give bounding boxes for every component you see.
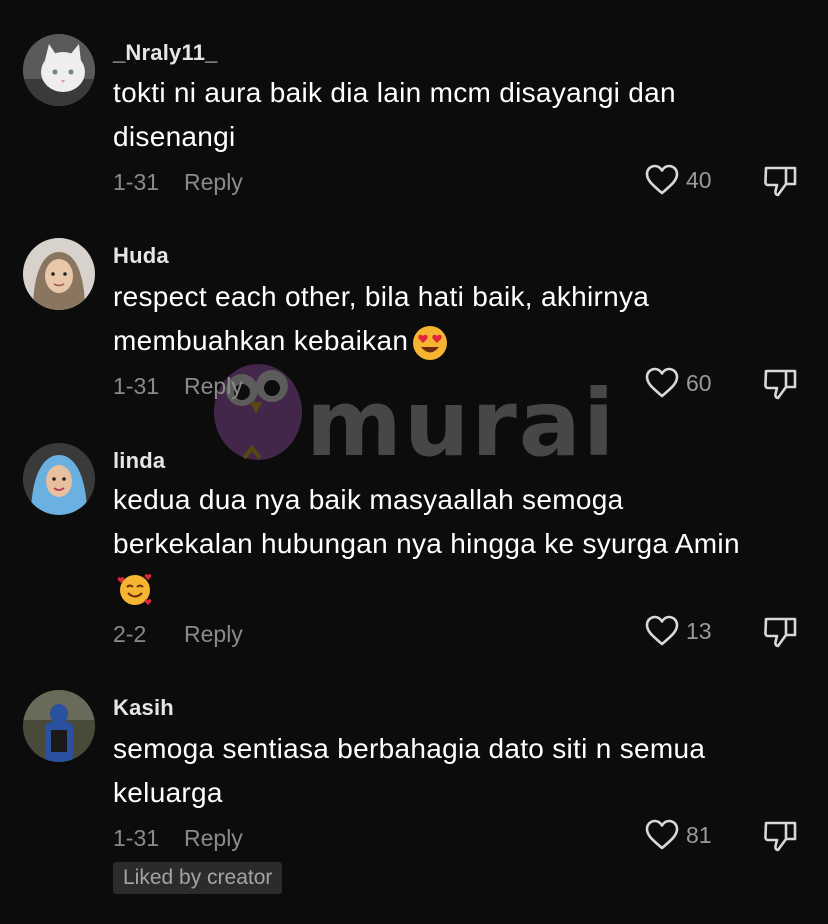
comment-text: semoga sentiasa berbahagia dato siti n s… [113,733,706,808]
comment-username[interactable]: Kasih [113,695,174,721]
like-count: 81 [686,821,712,848]
liked-by-creator-badge: Liked by creator [113,862,283,894]
avatar[interactable] [23,690,95,762]
dislike-icon[interactable] [762,819,798,853]
reply-button[interactable]: Reply [184,825,243,852]
comment-item: Kasih semoga sentiasa berbahagia dato si… [0,0,828,910]
heart-icon [645,819,679,850]
comment-date: 1-31 [113,825,160,851]
like-button[interactable]: 81 [644,819,712,851]
person-in-blue-avatar-icon [23,690,95,762]
